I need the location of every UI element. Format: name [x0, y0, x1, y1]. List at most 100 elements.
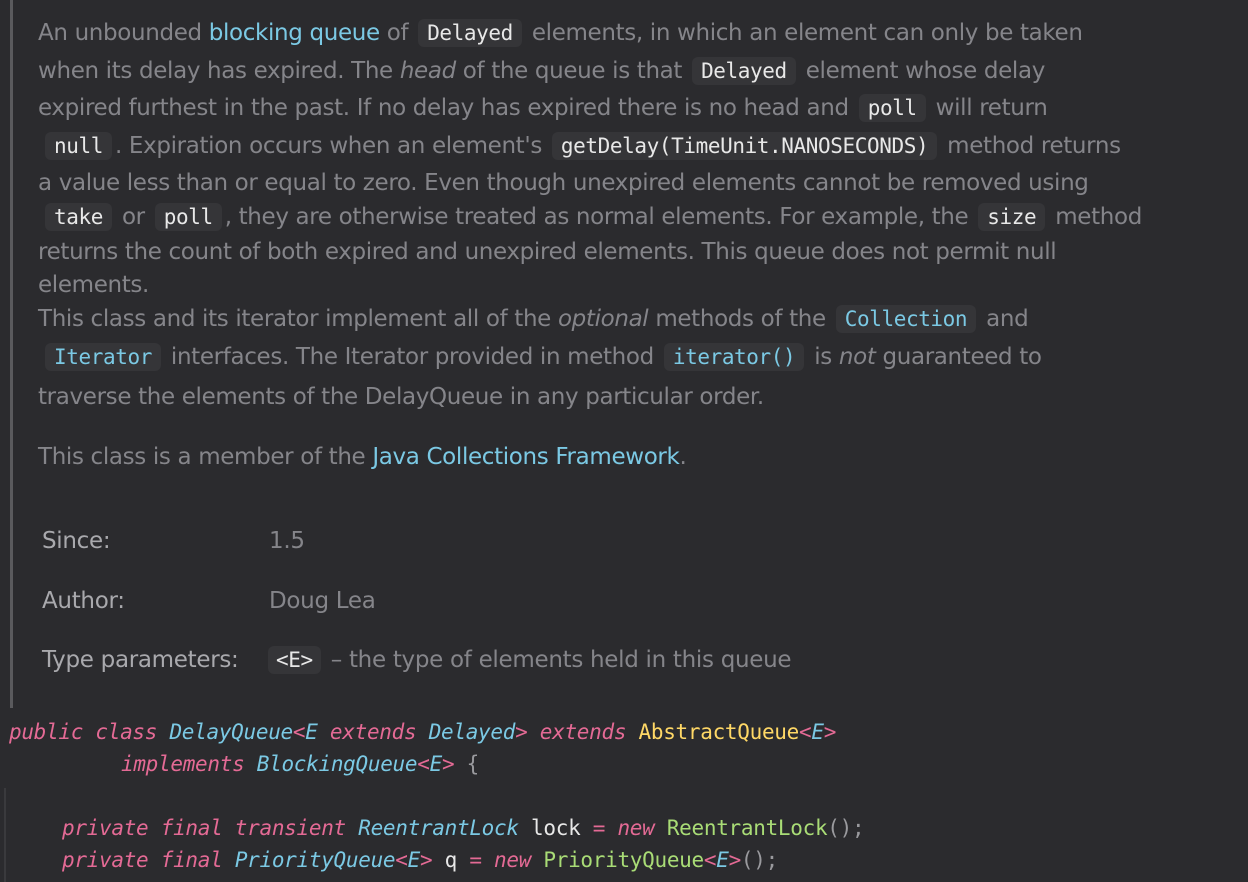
doc-p1-line-7: returns the count of both expired and un…: [38, 239, 1057, 265]
code-poll: poll: [858, 94, 926, 122]
type-parameters-value: <E> – the type of elements held in this …: [268, 643, 792, 677]
punct: <: [799, 720, 812, 744]
link-iterator[interactable]: Iterator: [45, 343, 161, 371]
doc-p1-line-1: An unbounded blocking queue of Delayed e…: [38, 16, 1083, 50]
emphasis-not: not: [838, 344, 876, 370]
punct: ();: [740, 848, 778, 872]
since-value: 1.5: [269, 528, 305, 554]
text: .: [679, 444, 687, 470]
keyword: implements: [121, 752, 257, 776]
doc-p2-line-3: traverse the elements of the DelayQueue …: [38, 384, 764, 410]
text: method returns: [940, 133, 1121, 159]
code-type-param: <E>: [268, 646, 321, 674]
code-line-queue-field[interactable]: private final PriorityQueue<E> q = new P…: [62, 844, 778, 876]
text: methods of the: [648, 306, 833, 332]
text: of: [379, 20, 416, 46]
keyword: new: [605, 816, 667, 840]
constructor-call: ReentrantLock: [666, 816, 828, 840]
code-size: size: [978, 203, 1046, 231]
code-line-class-decl[interactable]: public class DelayQueue<E extends Delaye…: [9, 716, 836, 748]
punct: <: [417, 752, 430, 776]
constructor-call: PriorityQueue: [543, 848, 704, 872]
doc-p2-line-1: This class and its iterator implement al…: [38, 302, 1029, 336]
punct: ();: [827, 816, 865, 840]
punct: >: [515, 720, 528, 744]
doc-left-border: [10, 0, 13, 708]
since-label: Since:: [42, 528, 111, 554]
text: guaranteed to: [875, 344, 1042, 370]
brace: {: [454, 752, 480, 776]
keyword: extends: [527, 720, 639, 744]
indent-guide: [4, 788, 6, 882]
doc-p2-line-2: Iterator interfaces. The Iterator provid…: [45, 340, 1042, 374]
code-line-lock-field[interactable]: private final transient ReentrantLock lo…: [62, 812, 865, 844]
identifier: q: [432, 848, 470, 872]
keyword: private final: [62, 848, 235, 872]
text: , they are otherwise treated as normal e…: [224, 204, 976, 230]
link-java-collections-framework[interactable]: Java Collections Framework: [372, 444, 680, 470]
text: will return: [928, 95, 1048, 121]
type-param: E: [716, 848, 729, 872]
doc-p1-line-8: elements.: [38, 272, 149, 298]
text: elements, in which an element can only b…: [524, 20, 1083, 46]
text: is: [807, 344, 839, 370]
text: This class and its iterator implement al…: [38, 306, 558, 332]
text: An unbounded: [38, 20, 209, 46]
source-editor[interactable]: public class DelayQueue<E extends Delaye…: [0, 708, 1248, 882]
punct: <: [395, 848, 408, 872]
code-line-implements[interactable]: implements BlockingQueue<E> {: [121, 748, 479, 780]
punct: >: [728, 848, 742, 872]
text: – the type of elements held in this queu…: [323, 647, 792, 673]
keyword: extends: [317, 720, 429, 744]
doc-p1-line-2: when its delay has expired. The head of …: [38, 54, 1045, 88]
punct: >: [823, 720, 837, 744]
text: . Expiration occurs when an element's: [114, 133, 549, 159]
doc-p1-line-6: take or poll, they are otherwise treated…: [45, 200, 1142, 234]
code-null: null: [45, 132, 112, 160]
doc-p1-line-4: null. Expiration occurs when an element'…: [45, 129, 1121, 163]
type-name: Delayed: [428, 720, 516, 744]
type-param: E: [429, 752, 443, 776]
keyword: private final transient: [62, 816, 359, 840]
text: This class is a member of the: [38, 444, 373, 470]
emphasis-optional: optional: [557, 306, 649, 332]
text: of the queue is that: [455, 58, 690, 84]
doc-p3-line-1: This class is a member of the Java Colle…: [38, 440, 687, 474]
type-name: PriorityQueue: [234, 848, 396, 872]
text: and: [979, 306, 1029, 332]
code-delayed: Delayed: [418, 19, 522, 47]
text: expired furthest in the past. If no dela…: [38, 95, 856, 121]
operator: =: [469, 848, 482, 872]
punct: >: [419, 848, 433, 872]
author-value: Doug Lea: [269, 588, 376, 614]
type-param: E: [811, 720, 824, 744]
type-param: E: [407, 848, 421, 872]
doc-p1-line-3: expired furthest in the past. If no dela…: [38, 91, 1048, 125]
type-param: E: [305, 720, 318, 744]
class-name: AbstractQueue: [638, 720, 800, 744]
code-getdelay: getDelay(TimeUnit.NANOSECONDS): [551, 132, 938, 160]
text: or: [114, 204, 152, 230]
type-parameters-label: Type parameters:: [42, 647, 239, 673]
doc-p1-line-5: a value less than or equal to zero. Even…: [38, 170, 1089, 196]
link-collection[interactable]: Collection: [835, 305, 977, 333]
link-iterator-method[interactable]: iterator(): [663, 343, 805, 371]
javadoc-popup: An unbounded blocking queue of Delayed e…: [0, 0, 1248, 708]
keyword: public class: [9, 720, 170, 744]
text: when its delay has expired. The: [38, 58, 400, 84]
link-blocking-queue[interactable]: blocking queue: [209, 20, 380, 46]
code-delayed: Delayed: [692, 57, 796, 85]
emphasis-head: head: [399, 58, 456, 84]
type-name: ReentrantLock: [358, 816, 519, 840]
punct: <: [292, 720, 306, 744]
operator: =: [592, 816, 606, 840]
punct: <: [703, 848, 717, 872]
keyword: new: [481, 848, 544, 872]
code-take: take: [45, 203, 112, 231]
type-name: DelayQueue: [169, 720, 293, 744]
author-label: Author:: [42, 588, 125, 614]
text: interfaces. The Iterator provided in met…: [163, 344, 661, 370]
punct: >: [441, 752, 455, 776]
identifier: lock: [518, 816, 593, 840]
text: method: [1048, 204, 1142, 230]
